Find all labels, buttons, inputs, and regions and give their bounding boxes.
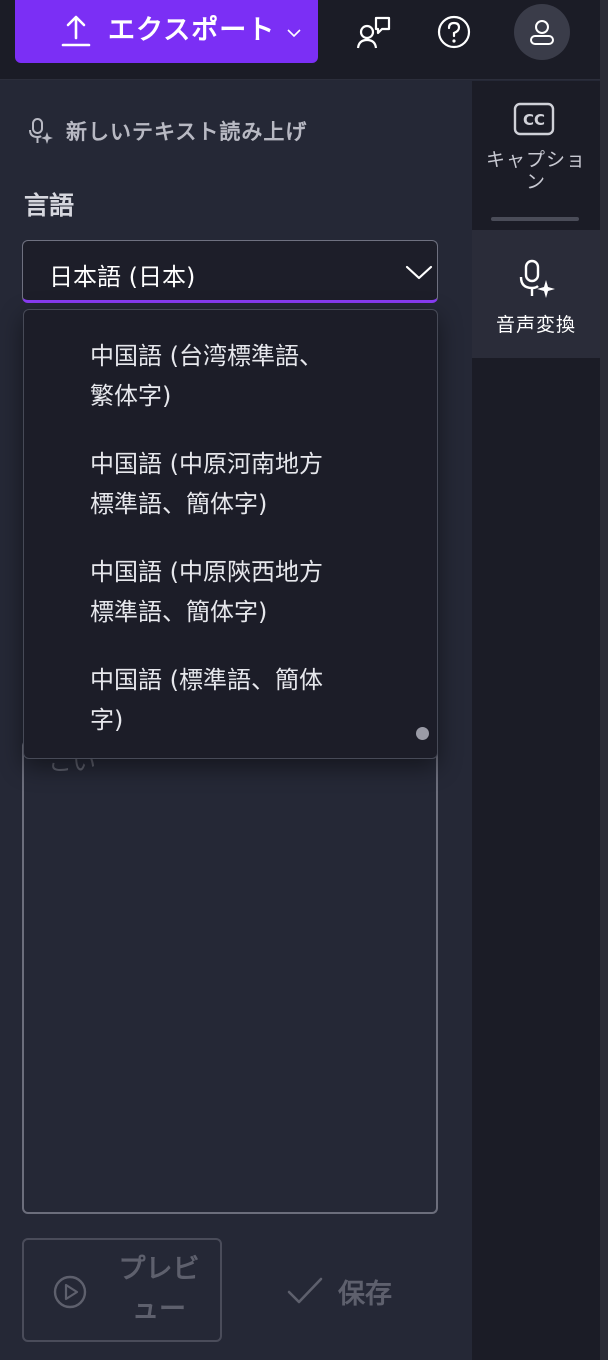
language-option[interactable]: 中国語 (標準語、簡体 字) (90, 660, 390, 740)
save-button[interactable]: 保存 (286, 1266, 392, 1316)
export-button[interactable]: エクスポート (15, 0, 318, 63)
language-select[interactable]: 日本語 (日本) (22, 240, 438, 303)
upload-icon (61, 15, 91, 47)
rail-item-captions[interactable]: CC キャプション (472, 81, 600, 230)
user-icon (530, 20, 554, 45)
top-bar: エクスポート (0, 0, 608, 80)
language-option-line: 中国語 (標準語、簡体 (90, 666, 323, 694)
rail-divider (491, 217, 579, 221)
help-icon[interactable] (434, 12, 474, 52)
play-icon (53, 1275, 87, 1309)
ai-microphone-icon (29, 118, 53, 144)
scrollbar-thumb[interactable] (416, 727, 429, 740)
language-dropdown: 中国語 (台湾標準語、 繁体字) 中国語 (中原河南地方 標準語、簡体字) 中国… (23, 309, 438, 759)
script-textarea[interactable]: こい (22, 740, 438, 1214)
rail-item-text-to-speech[interactable]: 音声変換 (472, 230, 600, 358)
language-option[interactable]: 中国語 (中原陝西地方 標準語、簡体字) (90, 552, 390, 632)
language-label: 言語 (24, 191, 75, 220)
language-option[interactable]: 中国語 (中原河南地方 標準語、簡体字) (90, 444, 390, 524)
language-option[interactable]: 中国語 (台湾標準語、 繁体字) (90, 336, 390, 416)
feedback-icon[interactable] (354, 12, 394, 52)
panel-header: 新しいテキスト読み上げ (28, 114, 307, 148)
avatar[interactable] (514, 4, 570, 60)
check-icon (287, 1277, 323, 1304)
right-rail: CC キャプション 音声変換 (472, 81, 600, 1360)
rail-item-text-to-speech-label: 音声変換 (495, 314, 576, 336)
svg-text:CC: CC (523, 111, 545, 129)
ai-microphone-icon (519, 259, 555, 298)
save-label: 保存 (338, 1278, 392, 1310)
closed-caption-icon: CC (513, 102, 555, 136)
language-option-line: 中国語 (台湾標準語、 (90, 342, 323, 370)
chevron-down-icon (287, 29, 301, 38)
preview-label-line: プレビ (118, 1254, 200, 1285)
language-option-line: 標準語、簡体字) (90, 490, 268, 518)
panel-edge (600, 0, 608, 1360)
rail-item-captions-label: キャプション (485, 149, 586, 193)
preview-label: プレビ ュー (104, 1250, 214, 1330)
language-option-line: 標準語、簡体字) (90, 598, 268, 626)
chevron-down-icon (405, 265, 433, 280)
export-label: エクスポート (108, 15, 276, 46)
preview-button[interactable]: プレビ ュー (22, 1238, 222, 1342)
language-option-line: 中国語 (中原陝西地方 (90, 558, 323, 586)
language-select-value: 日本語 (日本) (49, 263, 196, 291)
preview-label-line: ュー (132, 1294, 186, 1325)
language-option-line: 中国語 (中原河南地方 (90, 450, 323, 478)
panel-title: 新しいテキスト読み上げ (66, 120, 308, 144)
language-option-line: 繁体字) (90, 382, 172, 410)
language-option-line: 字) (90, 706, 124, 734)
